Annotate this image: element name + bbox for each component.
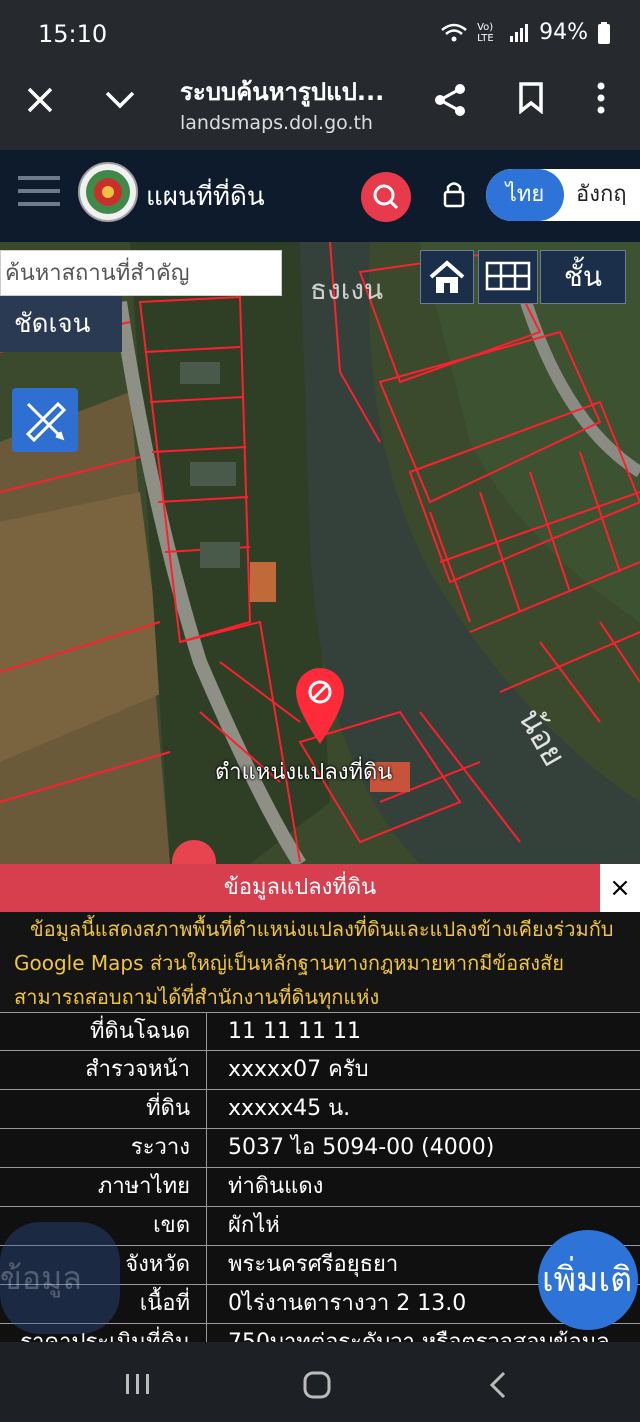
battery-percent: 94% [539,20,588,45]
home-nav-icon[interactable] [302,1370,332,1400]
site-header: แผนที่ที่ดิน ไทย อังกฤ [0,150,640,242]
row-label: ที่ดินโฉนด [90,1019,190,1044]
row-value: พระนครศรีอยุธยา [228,1252,399,1277]
panel-close-button[interactable]: × [600,864,640,912]
page-url[interactable]: landsmaps.dol.go.th [180,112,373,134]
row-label: ที่ดิน [146,1096,190,1121]
notice-line-3: สามารถสอบถามได้ที่สำนักงานที่ดินทุกแห่ง [14,985,380,1009]
measure-tool-button[interactable] [12,388,78,452]
site-brand: แผนที่ที่ดิน [146,182,265,212]
more-info-button[interactable]: เพิ่มเติ [538,1230,638,1330]
status-right: Vo) LTE 94% [441,20,610,45]
browser-toolbar: ระบบค้นหารูปแป... landsmaps.dol.go.th [0,72,640,150]
notice-line-2: Google Maps ส่วนใหญ่เป็นหลักฐานทางกฎหมาย… [14,951,564,975]
hamburger-menu-icon[interactable] [18,174,60,208]
share-icon[interactable] [432,82,468,118]
row-value: 5037 ไอ 5094-00 (4000) [228,1135,495,1160]
chevron-down-icon[interactable] [104,88,136,112]
search-icon [373,184,399,210]
status-time: 15:10 [38,20,108,48]
search-button[interactable] [361,172,411,222]
lock-icon[interactable] [442,180,466,208]
table-row: ที่ดินโฉนด 11 11 11 11 [0,1012,640,1051]
row-value: 0ไร่งานตารางวา 2 13.0 [228,1291,467,1316]
lte-label: Vo) LTE [477,21,494,44]
grid-icon [485,261,531,291]
row-label: ระวาง [130,1135,190,1160]
signal-icon [510,23,529,42]
grid-button[interactable] [478,250,538,304]
row-value: ผักไห่ [228,1213,280,1238]
map-top-label: ธงเงน [310,273,384,306]
table-row: สำรวจหน้า xxxxx07 ครับ [0,1051,640,1090]
row-value: ท่าดินแดง [228,1174,324,1199]
system-nav-bar [0,1342,640,1422]
close-icon[interactable] [26,86,54,114]
table-row: ภาษาไทย ท่าดินแดง [0,1168,640,1207]
page-title: ระบบค้นหารูปแป... [180,78,385,106]
department-logo [78,162,138,222]
lang-th-button[interactable]: ไทย [486,169,564,221]
panel-title: ข้อมูลแปลงที่ดิน [0,864,600,912]
marker-label: ตำแหน่งแปลงที่ดิน [215,760,393,785]
more-vert-icon[interactable] [596,82,606,114]
battery-icon [598,21,610,44]
home-icon [429,260,465,293]
layer-button[interactable]: ชั้น [540,250,626,304]
table-row: ที่ดิน xxxxx45 น. [0,1090,640,1129]
row-label: สำรวจหน้า [85,1057,190,1082]
wifi-icon [441,23,467,41]
row-value: xxxxx45 น. [228,1096,351,1121]
notice-line-1: ข้อมูลนี้แสดงสภาพพื้นที่ตำแหน่งแปลงที่ดิ… [30,917,614,941]
back-icon[interactable] [488,1370,508,1400]
bookmark-icon[interactable] [518,82,544,114]
ruler-pencil-icon [25,401,67,443]
row-label: ภาษาไทย [97,1174,190,1199]
row-value: 750บาทต่อระดับวา หรือตรวจสอบข้อมูล [228,1324,610,1342]
status-bar: 15:10 Vo) LTE 94% [0,0,640,72]
language-switch[interactable]: ไทย อังกฤ [486,169,640,221]
place-search-input[interactable]: ค้นหาสถานที่สำคัญ [0,250,282,296]
highlight-toggle[interactable]: ชัดเจน [0,296,122,352]
row-value: xxxxx07 ครับ [228,1057,369,1082]
panel-notice: ข้อมูลนี้แสดงสภาพพื้นที่ตำแหน่งแปลงที่ดิ… [0,912,640,1012]
home-button[interactable] [420,250,474,304]
table-row: ระวาง 5037 ไอ 5094-00 (4000) [0,1129,640,1168]
location-pin-icon[interactable] [292,664,348,746]
table-divider [206,1012,207,1342]
row-value: 11 11 11 11 [228,1019,361,1044]
info-ghost-button[interactable]: ข้อมูล [0,1222,120,1334]
recent-apps-icon[interactable] [124,1372,152,1396]
lang-en-button[interactable]: อังกฤ [576,169,627,221]
